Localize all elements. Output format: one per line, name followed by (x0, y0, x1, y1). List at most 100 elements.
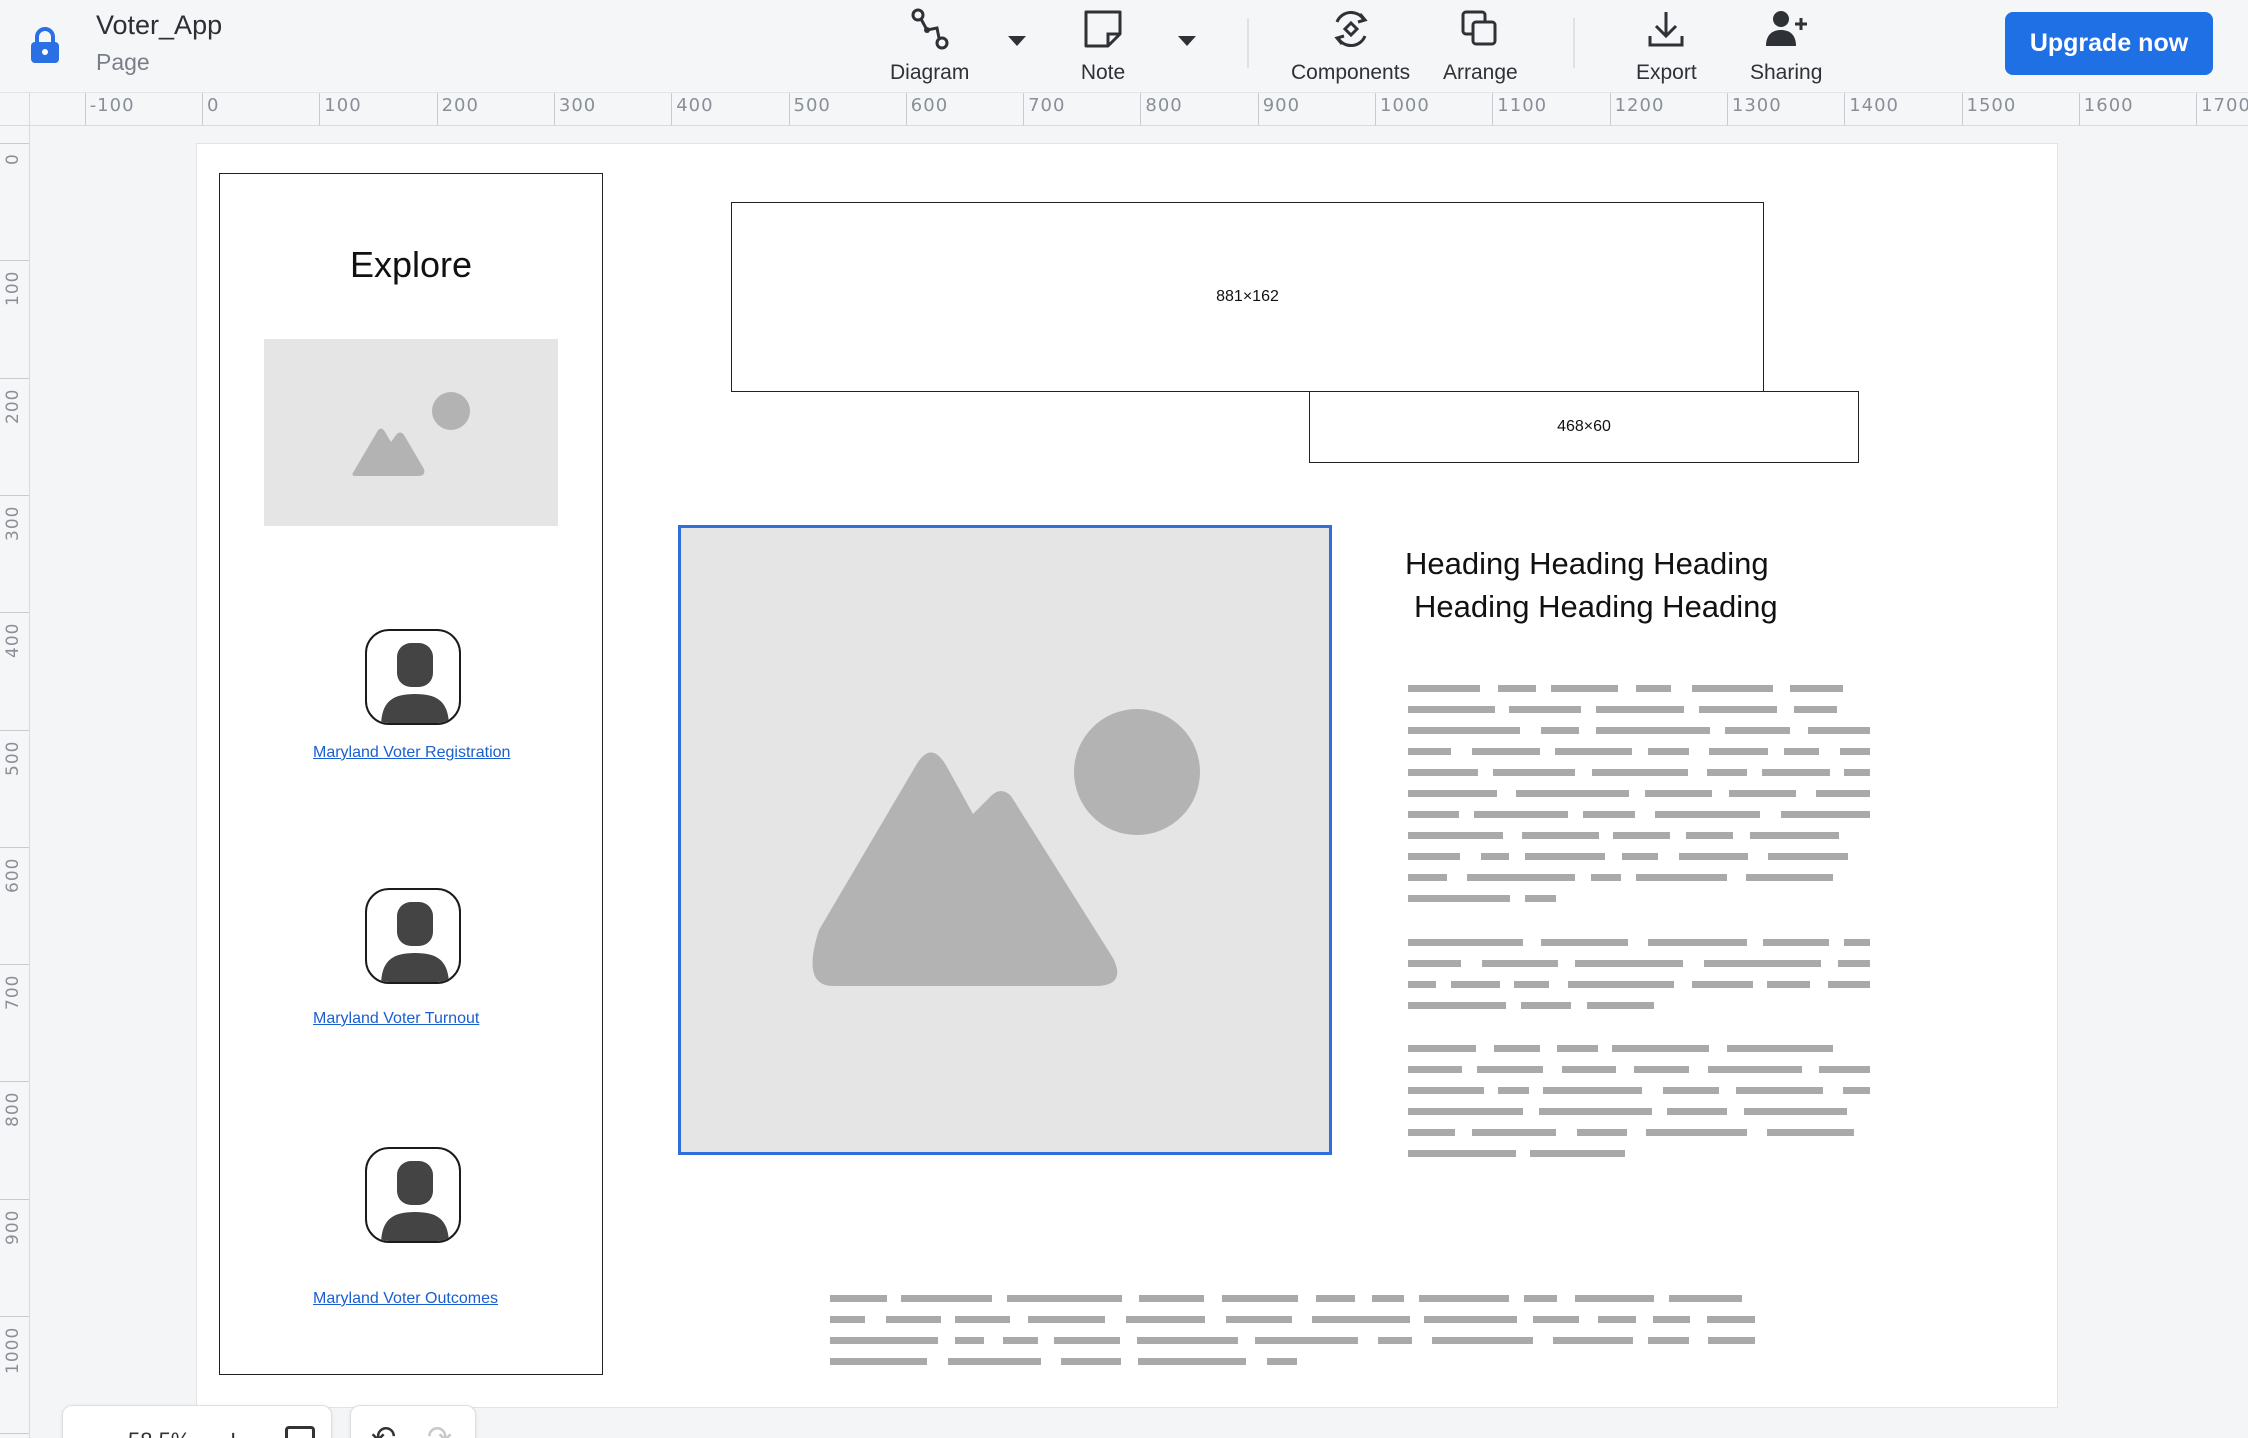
banner-placeholder-small[interactable]: 468×60 (1309, 391, 1859, 463)
ruler-label: 800 (1145, 95, 1183, 116)
ruler-label: 1100 (1497, 95, 1548, 116)
text-line-placeholder (1577, 1129, 1627, 1136)
footer-text-placeholder[interactable] (830, 1295, 1755, 1365)
paragraph-placeholder[interactable] (1408, 1045, 1870, 1157)
page-name[interactable]: Page (96, 49, 150, 76)
text-line-placeholder (1408, 1002, 1506, 1009)
text-line-placeholder (1372, 1295, 1404, 1302)
text-line-placeholder (1767, 981, 1810, 988)
text-line-placeholder (1541, 939, 1628, 946)
diagram-dropdown-icon[interactable] (1008, 36, 1026, 46)
add-user-icon (1766, 11, 1808, 46)
text-line-placeholder (1727, 1045, 1833, 1052)
text-line-placeholder (1568, 981, 1674, 988)
paragraph-placeholder[interactable] (1408, 685, 1870, 905)
text-line-placeholder (1725, 727, 1790, 734)
ruler-tick (1257, 93, 1259, 125)
text-line-placeholder (1622, 853, 1658, 860)
ruler-tick (0, 1433, 29, 1435)
ruler-label: 200 (3, 388, 23, 424)
redo-icon[interactable]: ↷ (427, 1420, 452, 1438)
image-placeholder[interactable] (264, 339, 558, 526)
ruler-label: 400 (676, 95, 714, 116)
sharing-button[interactable]: Sharing (1750, 6, 1822, 85)
text-line-placeholder (1408, 790, 1497, 797)
text-line-placeholder (1137, 1337, 1238, 1344)
ruler-label: 0 (3, 153, 23, 165)
ruler-tick (202, 93, 203, 125)
text-line-placeholder (1408, 1108, 1523, 1115)
zoom-level[interactable]: 58.5% (128, 1428, 190, 1438)
hero-image-placeholder[interactable] (678, 525, 1332, 1155)
ruler-label: 100 (3, 270, 23, 307)
export-button[interactable]: Export (1636, 6, 1697, 85)
fit-screen-icon[interactable] (285, 1426, 315, 1438)
banner-placeholder-large[interactable]: 881×162 (731, 202, 1764, 392)
text-line-placeholder (1408, 853, 1460, 860)
text-line-placeholder (1408, 706, 1495, 713)
note-button[interactable]: Note (1080, 6, 1126, 85)
section-heading[interactable]: Heading Heading Heading Heading Heading … (1405, 542, 1805, 628)
ruler-tick (0, 377, 29, 379)
paragraph-placeholder[interactable] (1408, 939, 1870, 1014)
text-line-placeholder (1708, 1337, 1755, 1344)
text-line-placeholder (1709, 748, 1768, 755)
note-dropdown-icon[interactable] (1178, 36, 1196, 46)
text-line-placeholder (1838, 960, 1870, 967)
ruler-tick (905, 93, 907, 125)
text-line-placeholder (1509, 706, 1581, 713)
components-button[interactable]: Components (1291, 6, 1410, 85)
zoom-out-button[interactable]: − (85, 1424, 101, 1438)
text-line-placeholder (1408, 769, 1478, 776)
text-line-placeholder (1648, 1337, 1689, 1344)
text-line-placeholder (1226, 1316, 1292, 1323)
export-label: Export (1636, 61, 1697, 84)
text-line-placeholder (1692, 685, 1773, 692)
text-line-placeholder (1767, 1129, 1854, 1136)
text-line-placeholder (1222, 1295, 1298, 1302)
text-line-placeholder (1667, 1108, 1727, 1115)
ruler-label: 200 (441, 95, 479, 116)
text-line-placeholder (1575, 960, 1683, 967)
text-line-placeholder (1028, 1316, 1105, 1323)
zoom-in-button[interactable]: + (225, 1424, 241, 1438)
lock-icon[interactable] (28, 26, 62, 64)
text-line-placeholder (1708, 1066, 1802, 1073)
text-line-placeholder (1408, 874, 1447, 881)
text-line-placeholder (1126, 1316, 1205, 1323)
text-line-placeholder (1653, 1316, 1690, 1323)
top-toolbar: Voter_App Page Diagram Note Components A… (0, 0, 2248, 93)
ruler-tick (1961, 93, 1963, 125)
text-line-placeholder (1432, 1337, 1533, 1344)
explore-sidebar[interactable]: Explore Maryland Voter Registration Mary… (219, 173, 603, 1375)
ruler-tick (0, 143, 29, 144)
text-line-placeholder (1498, 685, 1536, 692)
ruler-tick (553, 93, 555, 125)
text-line-placeholder (1762, 769, 1830, 776)
text-line-placeholder (1744, 1108, 1847, 1115)
document-title[interactable]: Voter_App (96, 10, 222, 41)
avatar[interactable] (365, 888, 461, 984)
text-line-placeholder (1408, 1129, 1455, 1136)
text-line-placeholder (1663, 1087, 1719, 1094)
vertical-ruler[interactable]: 010020030040050060070080090010001100 (0, 126, 30, 1438)
avatar[interactable] (365, 1147, 461, 1243)
ruler-tick (2196, 93, 2198, 125)
arrange-button[interactable]: Arrange (1443, 6, 1518, 85)
arrange-label: Arrange (1443, 61, 1518, 84)
link-voter-outcomes[interactable]: Maryland Voter Outcomes (313, 1290, 498, 1308)
text-line-placeholder (1648, 939, 1747, 946)
ruler-tick (0, 260, 29, 262)
user-icon (381, 643, 449, 723)
link-voter-turnout[interactable]: Maryland Voter Turnout (313, 1010, 479, 1028)
link-voter-registration[interactable]: Maryland Voter Registration (313, 744, 510, 762)
diagram-button[interactable]: Diagram (890, 6, 969, 85)
avatar[interactable] (365, 629, 461, 725)
text-line-placeholder (1692, 981, 1753, 988)
text-line-placeholder (1562, 1066, 1616, 1073)
ruler-tick (436, 93, 438, 125)
undo-icon[interactable]: ↶ (371, 1420, 396, 1438)
ruler-tick (0, 494, 29, 496)
upgrade-button[interactable]: Upgrade now (2005, 12, 2213, 75)
horizontal-ruler[interactable]: -100 0 100 200 300 400 500 600 700 800 900 1000 1100… (30, 93, 2248, 126)
